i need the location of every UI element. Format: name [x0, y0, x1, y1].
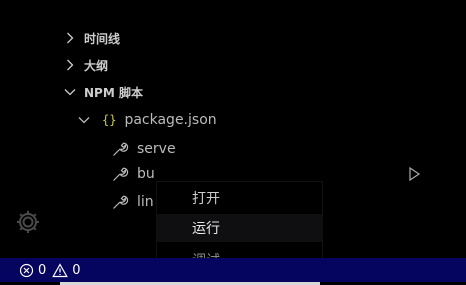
warning-icon — [52, 262, 69, 277]
json-file-icon: {} — [102, 113, 117, 127]
gear-icon[interactable] — [13, 207, 43, 237]
error-count: 0 — [38, 262, 47, 278]
menu-item-open[interactable]: 打开 — [157, 184, 322, 212]
tree-item-label: bu — [137, 166, 155, 182]
wrench-icon — [113, 167, 129, 181]
section-timeline[interactable]: 时间线 — [62, 25, 120, 51]
warning-count: 0 — [72, 262, 81, 278]
chevron-right-icon — [67, 59, 74, 71]
chevron-down-icon — [64, 89, 76, 96]
section-outline[interactable]: 大纲 — [62, 52, 108, 78]
tree-item-label: package.json — [124, 112, 217, 128]
problems-indicator[interactable]: 0 0 — [19, 263, 81, 278]
section-label: 大纲 — [84, 58, 109, 73]
wrench-icon — [113, 142, 129, 156]
wrench-icon — [113, 195, 129, 209]
tree-item-script-lint[interactable]: lin — [111, 189, 154, 215]
error-icon — [19, 263, 34, 277]
section-label: NPM 脚本 — [84, 85, 143, 100]
menu-item-label: 打开 — [192, 191, 220, 207]
section-label: 时间线 — [84, 31, 121, 46]
tree-item-script-serve[interactable]: serve — [111, 136, 176, 162]
tree-item-script-build[interactable]: bu — [111, 161, 155, 187]
tree-item-label: lin — [137, 194, 154, 210]
run-script-icon[interactable] — [407, 166, 421, 182]
section-npm-scripts[interactable]: NPM 脚本 — [62, 79, 143, 105]
menu-item-run[interactable]: 运行 — [157, 214, 322, 242]
chevron-down-icon — [78, 117, 90, 124]
menu-item-label: 运行 — [192, 221, 220, 237]
tree-item-package-json[interactable]: {} package.json — [76, 107, 217, 133]
chevron-right-icon — [67, 32, 74, 44]
tree-item-label: serve — [137, 141, 176, 157]
status-bar: 0 0 — [0, 258, 466, 282]
